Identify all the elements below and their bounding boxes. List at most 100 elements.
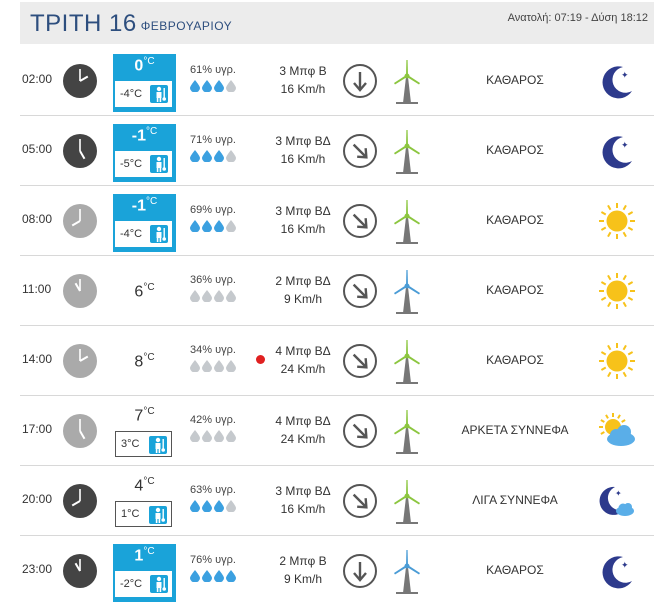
drop-icon bbox=[202, 150, 212, 165]
temperature-box: -1°C -4°C bbox=[113, 194, 176, 252]
wind-beaufort: 2 Μπφ ΒΔ bbox=[275, 274, 331, 288]
wind-speed: 16 Km/h bbox=[280, 502, 326, 516]
month-label: ΦΕΒΡΟΥΑΡΙΟΥ bbox=[140, 19, 233, 33]
drop-icon bbox=[190, 150, 200, 165]
temperature-box: 1°C -2°C bbox=[113, 544, 176, 602]
wind-direction-arrow-icon bbox=[342, 413, 378, 449]
drop-icon bbox=[202, 430, 212, 445]
feels-like: -4°C bbox=[115, 221, 172, 247]
temperature-cell: -1°C -4°C bbox=[113, 194, 176, 252]
drop-icon bbox=[226, 570, 236, 585]
wind-speed: 24 Km/h bbox=[280, 432, 326, 446]
temperature-cell: 1°C -2°C bbox=[113, 544, 176, 602]
drop-icon bbox=[214, 220, 224, 235]
wind-speed: 9 Km/h bbox=[283, 572, 322, 586]
temperature-number: 1 bbox=[134, 547, 144, 565]
feels-like-value: 1°C bbox=[121, 508, 140, 520]
drop-icon bbox=[214, 430, 224, 445]
celsius-unit: °C bbox=[146, 126, 158, 137]
drop-icon bbox=[190, 500, 200, 515]
celsius-unit: °C bbox=[143, 476, 155, 487]
drop-icon bbox=[190, 220, 200, 235]
moon-icon: ✦ bbox=[597, 551, 637, 591]
drop-icon bbox=[226, 150, 236, 165]
hour-label: 14:00 bbox=[22, 352, 53, 366]
clock-icon bbox=[62, 413, 98, 449]
forecast-row: 20:00 4°C 1°C 63% υγρ. 3 Μπφ ΒΔ 16 Km/h ΛΙΓΑ Σ… bbox=[20, 466, 654, 536]
wind-beaufort: 4 Μπφ ΒΔ bbox=[275, 344, 331, 358]
temperature-value: 1°C bbox=[113, 544, 176, 565]
wind-beaufort: 4 Μπφ ΒΔ bbox=[275, 414, 331, 428]
day-label: ΤΡΙΤΗ 16 bbox=[30, 10, 137, 37]
drop-icon bbox=[214, 500, 224, 515]
drop-icon bbox=[190, 290, 200, 305]
wind-direction-arrow-icon bbox=[342, 553, 378, 589]
temperature-number: 7 bbox=[134, 407, 144, 425]
temperature-box: -1°C -5°C bbox=[113, 124, 176, 182]
condition-label: ΚΑΘΑΡΟΣ bbox=[486, 143, 544, 157]
wind-turbine-icon bbox=[391, 59, 423, 105]
wind-cell: 3 Μπφ ΒΔ 16 Km/h bbox=[253, 482, 353, 518]
celsius-unit: °C bbox=[143, 352, 155, 363]
temperature-value: 0°C bbox=[113, 54, 176, 75]
wind-turbine-icon bbox=[391, 269, 423, 315]
drop-icon bbox=[226, 220, 236, 235]
temperature-plain: 8°C bbox=[113, 334, 176, 371]
wind-beaufort: 3 Μπφ ΒΔ bbox=[275, 134, 331, 148]
feels-like: 3°C bbox=[115, 431, 172, 457]
wind-direction-arrow-icon bbox=[342, 483, 378, 519]
forecast-row: 14:00 8°C 34% υγρ. 4 Μπφ ΒΔ 24 Km/h ΚΑΘΑΡΟΣ bbox=[20, 326, 654, 396]
hour-label: 11:00 bbox=[22, 282, 52, 296]
moon-cloud-icon: ✦ bbox=[597, 481, 637, 521]
temperature-value: -1°C bbox=[113, 194, 176, 215]
thermometer-person-icon bbox=[149, 436, 167, 454]
feels-like-value: 3°C bbox=[121, 438, 140, 450]
temperature-number: -1 bbox=[131, 197, 146, 215]
drop-icon bbox=[214, 570, 224, 585]
temperature-plain: 7°C 3°C bbox=[113, 404, 176, 457]
svg-text:✦: ✦ bbox=[615, 489, 622, 498]
wind-turbine-icon bbox=[391, 549, 423, 595]
wind-cell: 2 Μπφ ΒΔ 9 Km/h bbox=[253, 272, 353, 308]
drop-icon bbox=[226, 80, 236, 95]
drop-icon bbox=[226, 500, 236, 515]
wind-cell: 4 Μπφ ΒΔ 24 Km/h bbox=[253, 342, 353, 378]
thermometer-person-icon bbox=[149, 506, 167, 524]
wind-speed: 24 Km/h bbox=[280, 362, 326, 376]
drop-icon bbox=[190, 570, 200, 585]
wind-cell: 4 Μπφ ΒΔ 24 Km/h bbox=[253, 412, 353, 448]
temperature-value: -1°C bbox=[113, 124, 176, 145]
wind-direction-arrow-icon bbox=[342, 203, 378, 239]
forecast-row: 11:00 6°C 36% υγρ. 2 Μπφ ΒΔ 9 Km/h ΚΑΘΑΡΟΣ bbox=[20, 256, 654, 326]
drop-icon bbox=[202, 360, 212, 375]
wind-turbine-icon bbox=[391, 409, 423, 455]
feels-like-value: -2°C bbox=[120, 578, 143, 590]
temperature-cell: 6°C bbox=[113, 264, 176, 322]
temperature-value: 4°C bbox=[113, 474, 176, 495]
feels-like: -2°C bbox=[115, 571, 172, 597]
wind-direction-arrow-icon bbox=[342, 343, 378, 379]
feels-like: 1°C bbox=[115, 501, 172, 527]
wind-speed: 16 Km/h bbox=[280, 222, 326, 236]
day-header: ΤΡΙΤΗ 16 ΦΕΒΡΟΥΑΡΙΟΥ Ανατολή: 07:19 - Δύσ… bbox=[20, 2, 654, 44]
forecast-row: 05:00 -1°C -5°C 71% υγρ. 3 Μπφ ΒΔ 16 Km/h ΚΑΘΑ… bbox=[20, 116, 654, 186]
svg-text:✦: ✦ bbox=[621, 561, 629, 571]
hour-label: 20:00 bbox=[22, 492, 53, 506]
thermometer-person-icon bbox=[150, 225, 168, 243]
wind-turbine-icon bbox=[391, 199, 423, 245]
condition-label: ΚΑΘΑΡΟΣ bbox=[486, 563, 544, 577]
wind-turbine-icon bbox=[391, 479, 423, 525]
feels-like-value: -4°C bbox=[120, 88, 143, 100]
drop-icon bbox=[226, 360, 236, 375]
condition-label: ΚΑΘΑΡΟΣ bbox=[486, 73, 544, 87]
celsius-unit: °C bbox=[143, 546, 155, 557]
temperature-cell: 8°C bbox=[113, 334, 265, 392]
wind-direction-arrow-icon bbox=[342, 63, 378, 99]
condition-label: ΑΡΚΕΤΑ ΣΥΝΝΕΦΑ bbox=[461, 423, 569, 437]
svg-text:✦: ✦ bbox=[621, 71, 629, 81]
temperature-value: 7°C bbox=[113, 404, 176, 425]
wind-beaufort: 3 Μπφ ΒΔ bbox=[275, 484, 331, 498]
wind-cell: 2 Μπφ Β 9 Km/h bbox=[253, 552, 353, 588]
clock-icon bbox=[62, 63, 98, 99]
feels-like: -4°C bbox=[115, 81, 172, 107]
